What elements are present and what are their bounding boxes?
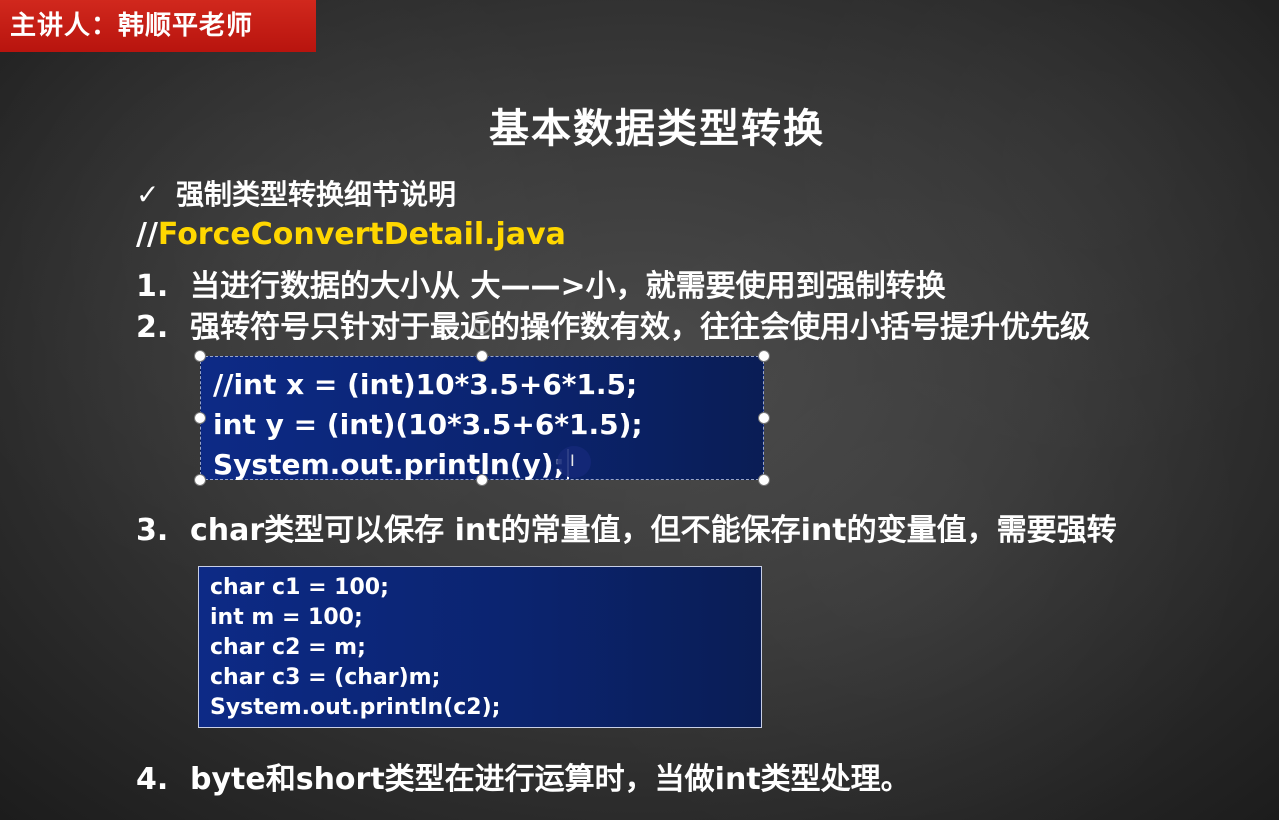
presenter-label: 主讲人：韩顺平老师 xyxy=(10,11,254,41)
filename-text: ForceConvertDetail.java xyxy=(157,217,566,252)
resize-handle-bottom[interactable] xyxy=(476,474,488,486)
comment-slashes: // xyxy=(136,217,158,252)
point-text: byte和short类型在进行运算时，当做int类型处理。 xyxy=(190,762,911,797)
rotate-handle[interactable] xyxy=(473,316,491,334)
code-line: int m = 100; xyxy=(210,605,363,630)
filename-line: //ForceConvertDetail.java xyxy=(136,217,566,252)
subheading-text: 强制类型转换细节说明 xyxy=(176,178,457,211)
code-line: //int x = (int)10*3.5+6*1.5; xyxy=(213,368,638,401)
resize-handle-left[interactable] xyxy=(194,412,206,424)
code-line-with-caret: System.out.println(y); xyxy=(213,445,763,485)
presenter-banner: 主讲人：韩顺平老师 xyxy=(0,0,316,52)
point-text: 强转符号只针对于最近的操作数有效，往往会使用小括号提升优先级 xyxy=(190,310,1090,345)
resize-handle-bottom-right[interactable] xyxy=(758,474,770,486)
resize-handle-bottom-left[interactable] xyxy=(194,474,206,486)
point-number: 3. xyxy=(136,513,169,548)
code-line: int y = (int)(10*3.5+6*1.5); xyxy=(213,408,643,441)
point-2: 2. 强转符号只针对于最近的操作数有效，往往会使用小括号提升优先级 xyxy=(136,302,1090,346)
ibeam-pointer-icon: I xyxy=(570,451,575,470)
code-line: char c3 = (char)m; xyxy=(210,665,441,690)
point-number: 2. xyxy=(136,310,169,345)
point-text: char类型可以保存 int的常量值，但不能保存int的变量值，需要强转 xyxy=(190,513,1117,548)
point-text: 当进行数据的大小从 大——>小，就需要使用到强制转换 xyxy=(190,269,946,304)
point-3: 3. char类型可以保存 int的常量值，但不能保存int的变量值，需要强转 xyxy=(136,505,1117,549)
point-number: 4. xyxy=(136,762,169,797)
code-block-2[interactable]: char c1 = 100; int m = 100; char c2 = m;… xyxy=(198,566,762,728)
resize-handle-top-left[interactable] xyxy=(194,350,206,362)
resize-handle-right[interactable] xyxy=(758,412,770,424)
point-number: 1. xyxy=(136,269,169,304)
resize-handle-top-right[interactable] xyxy=(758,350,770,362)
code-line: char c2 = m; xyxy=(210,635,366,660)
code-block-1[interactable]: //int x = (int)10*3.5+6*1.5; int y = (in… xyxy=(200,356,764,481)
code-line: char c1 = 100; xyxy=(210,575,389,600)
subheading: ✓ 强制类型转换细节说明 xyxy=(136,173,456,213)
code-line-text: System.out.println(y); xyxy=(213,448,565,481)
code-line: System.out.println(c2); xyxy=(210,695,501,720)
checkmark-icon: ✓ xyxy=(136,178,160,211)
resize-handle-top[interactable] xyxy=(476,350,488,362)
point-4: 4. byte和short类型在进行运算时，当做int类型处理。 xyxy=(136,754,911,798)
slide-title: 基本数据类型转换 xyxy=(489,106,825,152)
point-1: 1. 当进行数据的大小从 大——>小，就需要使用到强制转换 xyxy=(136,261,946,305)
